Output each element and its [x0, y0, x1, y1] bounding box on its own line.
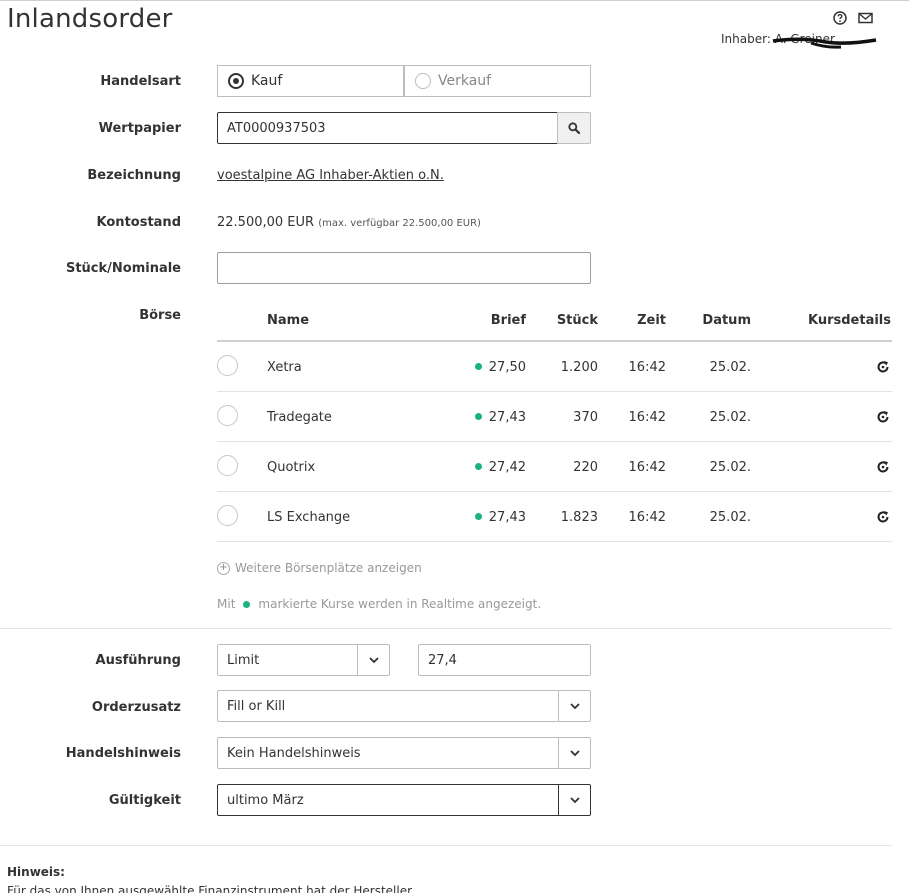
table-row-rule — [217, 391, 892, 392]
kontostand-value: 22.500,00 EUR (max. verfügbar 22.500,00 … — [217, 215, 481, 230]
section-divider — [0, 628, 892, 629]
more-exchanges-link[interactable]: + Weitere Börsenplätze anzeigen — [217, 561, 422, 575]
col-header-zeit: Zeit — [637, 313, 666, 328]
realtime-note: Mit markierte Kurse werden in Realtime a… — [217, 597, 541, 611]
boerse-row-name: Xetra — [267, 360, 302, 375]
boerse-row-zeit: 16:42 — [628, 410, 666, 425]
radio-verkauf-label: Verkauf — [438, 73, 492, 89]
refresh-icon[interactable] — [876, 460, 890, 474]
boerse-row-name: LS Exchange — [267, 510, 351, 525]
plus-circle-icon: + — [217, 561, 230, 575]
handelsart-radio-group: Kauf Verkauf — [217, 65, 591, 97]
handelsart-label: Handelsart — [100, 74, 181, 89]
refresh-icon[interactable] — [876, 360, 890, 374]
chevron-down-icon — [558, 691, 590, 721]
radio-kauf[interactable]: Kauf — [217, 65, 404, 97]
boerse-row-stueck: 1.823 — [560, 510, 598, 525]
col-header-brief: Brief — [490, 313, 526, 328]
col-header-stueck: Stück — [556, 313, 598, 328]
chevron-down-icon — [558, 738, 590, 768]
boerse-row-zeit: 16:42 — [628, 460, 666, 475]
handelshinweis-label: Handelshinweis — [65, 746, 181, 761]
table-row-rule — [217, 491, 892, 492]
hinweis-label: Hinweis: — [7, 865, 65, 879]
boerse-row-datum: 25.02. — [709, 410, 751, 425]
section-divider — [0, 845, 892, 846]
boerse-row-stueck: 1.200 — [560, 360, 598, 375]
boerse-row-brief: 27,42 — [488, 460, 526, 475]
kontostand-label: Kontostand — [96, 215, 181, 230]
orderzusatz-label: Orderzusatz — [91, 700, 181, 715]
hinweis-text: Für das von Ihnen ausgewählte Finanzinst… — [7, 884, 413, 893]
ausfuehrung-label: Ausführung — [95, 653, 181, 668]
boerse-row-radio-ls-exchange[interactable] — [217, 505, 238, 526]
chevron-down-icon — [357, 645, 389, 675]
page-title: Inlandsorder — [7, 4, 173, 34]
more-exchanges-label: Weitere Börsenplätze anzeigen — [235, 561, 422, 575]
radio-verkauf[interactable]: Verkauf — [404, 65, 591, 97]
boerse-row-name: Tradegate — [267, 410, 332, 425]
ausfuehrung-select-value: Limit — [227, 652, 260, 668]
ausfuehrung-select[interactable]: Limit — [217, 644, 390, 676]
bezeichnung-label: Bezeichnung — [87, 168, 181, 183]
boerse-row-brief: 27,43 — [488, 510, 526, 525]
top-border — [0, 0, 909, 1]
limit-input[interactable] — [418, 644, 591, 676]
wertpapier-search-button[interactable] — [557, 112, 591, 144]
owner-label: Inhaber: — [721, 32, 771, 46]
refresh-icon[interactable] — [876, 510, 890, 524]
boerse-label: Börse — [139, 308, 181, 323]
bezeichnung-link[interactable]: voestalpine AG Inhaber-Aktien o.N. — [217, 168, 444, 183]
boerse-row-datum: 25.02. — [709, 360, 751, 375]
realtime-note-suffix: markierte Kurse werden in Realtime angez… — [258, 597, 542, 611]
gueltigkeit-label: Gültigkeit — [108, 793, 181, 808]
orderzusatz-select-value: Fill or Kill — [227, 698, 286, 714]
gueltigkeit-select-value: ultimo März — [227, 792, 304, 808]
chevron-down-icon — [558, 785, 590, 815]
boerse-row-datum: 25.02. — [709, 510, 751, 525]
orderzusatz-select[interactable]: Fill or Kill — [217, 690, 591, 722]
wertpapier-input[interactable] — [217, 112, 558, 144]
wertpapier-label: Wertpapier — [98, 121, 181, 136]
boerse-row-zeit: 16:42 — [628, 360, 666, 375]
handelshinweis-select[interactable]: Kein Handelshinweis — [217, 737, 591, 769]
table-row-rule — [217, 441, 892, 442]
radio-kauf-indicator — [228, 73, 244, 89]
table-row-rule — [217, 541, 892, 542]
boerse-row-zeit: 16:42 — [628, 510, 666, 525]
col-header-datum: Datum — [702, 313, 751, 328]
boerse-row-brief: 27,43 — [488, 410, 526, 425]
boerse-row-radio-quotrix[interactable] — [217, 455, 238, 476]
boerse-row-brief: 27,50 — [488, 360, 526, 375]
boerse-row-stueck: 220 — [573, 460, 598, 475]
realtime-note-prefix: Mit — [217, 597, 236, 611]
table-header-rule — [217, 340, 892, 342]
realtime-dot-legend — [243, 600, 251, 608]
col-header-kursdetails: Kursdetails — [807, 313, 891, 328]
boerse-row-name: Quotrix — [267, 460, 316, 475]
stueck-label: Stück/Nominale — [65, 261, 181, 276]
stueck-input[interactable] — [217, 252, 591, 284]
redaction-scribble — [772, 37, 877, 49]
boerse-row-radio-tradegate[interactable] — [217, 405, 238, 426]
handelshinweis-select-value: Kein Handelshinweis — [227, 745, 361, 761]
boerse-row-datum: 25.02. — [709, 460, 751, 475]
radio-verkauf-indicator — [415, 73, 431, 89]
kontostand-available: (max. verfügbar 22.500,00 EUR) — [318, 218, 481, 229]
boerse-row-stueck: 370 — [573, 410, 598, 425]
col-header-name: Name — [267, 313, 310, 328]
mail-icon[interactable] — [858, 11, 873, 25]
search-icon — [568, 122, 580, 134]
boerse-row-radio-xetra[interactable] — [217, 355, 238, 376]
kontostand-amount: 22.500,00 EUR — [217, 215, 315, 230]
radio-kauf-label: Kauf — [251, 73, 283, 89]
help-icon[interactable] — [833, 11, 847, 25]
refresh-icon[interactable] — [876, 410, 890, 424]
gueltigkeit-select[interactable]: ultimo März — [217, 784, 591, 816]
